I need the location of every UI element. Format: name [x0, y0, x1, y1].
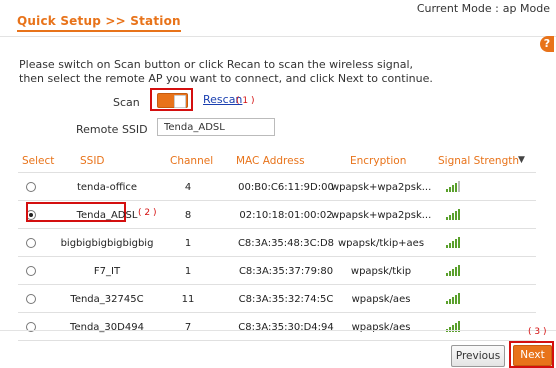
table-row[interactable]: tenda-office 4 00:B0:C6:11:9D:00 wpapsk+wpa…: [18, 173, 536, 201]
channel-cell: 4: [184, 182, 192, 193]
ssid-cell: F7_IT: [93, 266, 121, 277]
signal-bar: [452, 213, 454, 220]
signal-strength-icon: [446, 180, 462, 192]
scan-toggle-knob: [174, 95, 186, 108]
instruction-line-1: Please switch on Scan button or click Re…: [19, 58, 414, 71]
signal-strength-icon: [446, 236, 462, 248]
mac-cell: 00:B0:C6:11:9D:00: [238, 182, 334, 193]
next-button-highlight: Next: [509, 341, 554, 368]
header-signal[interactable]: Signal Strength: [438, 155, 519, 167]
signal-bar: [449, 215, 451, 220]
scan-toggle[interactable]: [157, 93, 188, 108]
callout-1: ( 1 ): [236, 96, 255, 106]
channel-cell: 7: [184, 322, 192, 333]
ssid-cell: tenda-office: [76, 182, 138, 193]
signal-bar: [458, 237, 460, 248]
header-encryption: Encryption: [350, 155, 407, 167]
next-button[interactable]: Next: [513, 345, 552, 366]
page-title: Quick Setup >> Station: [17, 14, 181, 32]
encryption-cell: wpapsk/aes: [351, 294, 411, 305]
signal-bar: [446, 245, 448, 248]
signal-bar: [458, 265, 460, 276]
channel-cell: 8: [184, 210, 192, 221]
signal-bar: [449, 243, 451, 248]
signal-bar: [446, 189, 448, 192]
signal-bar: [455, 183, 457, 192]
header-select: Select: [22, 155, 55, 167]
signal-bar: [452, 297, 454, 304]
encryption-cell: wpapsk/aes: [351, 322, 411, 333]
table-row[interactable]: Tenda_30D494 7 C8:3A:35:30:D4:94 wpapsk/aes: [18, 313, 536, 341]
table-row[interactable]: Tenda_32745C 11 C8:3A:35:32:74:5C wpapsk/ae…: [18, 285, 536, 313]
signal-bar: [449, 271, 451, 276]
signal-bar: [458, 181, 460, 192]
signal-bar: [446, 273, 448, 276]
ssid-cell: bigbigbigbigbigbig: [60, 238, 154, 249]
mac-cell: C8:3A:35:37:79:80: [238, 266, 334, 277]
select-radio[interactable]: [26, 266, 36, 276]
mac-cell: 02:10:18:01:00:02: [239, 210, 333, 221]
signal-bar: [446, 301, 448, 304]
mode-value: ap Mode: [502, 2, 550, 15]
signal-bar: [452, 269, 454, 276]
signal-bar: [455, 211, 457, 220]
signal-strength-icon: [446, 264, 462, 276]
table-body: tenda-office 4 00:B0:C6:11:9D:00 wpapsk+wpa…: [18, 173, 536, 341]
scan-label: Scan: [113, 96, 140, 109]
instruction-line-2: then select the remote AP you want to co…: [19, 72, 433, 85]
ssid-cell: Tenda_32745C: [70, 294, 144, 305]
mode-label: Current Mode :: [416, 2, 499, 15]
signal-bar: [455, 267, 457, 276]
sort-down-icon[interactable]: ▼: [518, 155, 525, 165]
ssid-cell: Tenda_ADSL: [76, 210, 138, 221]
encryption-cell: wpapsk/tkip+aes: [337, 238, 425, 249]
select-radio[interactable]: [26, 238, 36, 248]
mac-cell: C8:3A:35:32:74:5C: [238, 294, 334, 305]
table-row[interactable]: F7_IT 1 C8:3A:35:37:79:80 wpapsk/tkip: [18, 257, 536, 285]
encryption-cell: wpapsk+wpa2psk...: [331, 210, 432, 221]
channel-cell: 11: [181, 294, 195, 305]
help-icon[interactable]: ?: [540, 36, 554, 52]
channel-cell: 1: [184, 266, 192, 277]
signal-bar: [449, 299, 451, 304]
signal-bar: [458, 293, 460, 304]
remote-ssid-label: Remote SSID: [76, 123, 148, 136]
signal-bar: [452, 185, 454, 192]
callout-3: ( 3 ): [528, 327, 547, 337]
header-mac: MAC Address: [236, 155, 305, 167]
table-row[interactable]: bigbigbigbigbigbig 1 C8:3A:35:48:3C:D8 wpap…: [18, 229, 536, 257]
signal-bar: [458, 209, 460, 220]
select-radio[interactable]: [26, 294, 36, 304]
signal-bar: [449, 187, 451, 192]
top-bar: Quick Setup >> Station Current Mode : ap …: [0, 0, 556, 37]
table-row[interactable]: ( 2 ) Tenda_ADSL 8 02:10:18:01:00:02 wpapsk+…: [18, 201, 536, 229]
signal-bar: [455, 239, 457, 248]
current-mode: Current Mode : ap Mode: [417, 2, 550, 15]
remote-ssid-row: Remote SSID: [0, 118, 556, 140]
footer-divider: [0, 330, 556, 331]
ssid-cell: Tenda_30D494: [70, 322, 144, 333]
header-ssid: SSID: [80, 155, 105, 167]
encryption-cell: wpapsk+wpa2psk...: [331, 182, 432, 193]
signal-bar: [446, 217, 448, 220]
signal-bar: [452, 241, 454, 248]
table-header: Select SSID Channel MAC Address Encrypti…: [18, 150, 536, 173]
mac-cell: C8:3A:35:30:D4:94: [238, 322, 334, 333]
signal-bar: [455, 295, 457, 304]
scan-toggle-highlight: [150, 88, 193, 111]
encryption-cell: wpapsk/tkip: [350, 266, 412, 277]
mac-cell: C8:3A:35:48:3C:D8: [237, 238, 335, 249]
select-radio[interactable]: [26, 182, 36, 192]
ap-table: Select SSID Channel MAC Address Encrypti…: [18, 150, 536, 341]
instruction-text: Please switch on Scan button or click Re…: [19, 58, 519, 86]
header-channel: Channel: [170, 155, 214, 167]
channel-cell: 1: [184, 238, 192, 249]
signal-strength-icon: [446, 208, 462, 220]
signal-strength-icon: [446, 292, 462, 304]
remote-ssid-input[interactable]: [157, 118, 275, 136]
scan-row: Scan Rescan ( 1 ): [0, 88, 556, 112]
previous-button[interactable]: Previous: [451, 345, 505, 367]
